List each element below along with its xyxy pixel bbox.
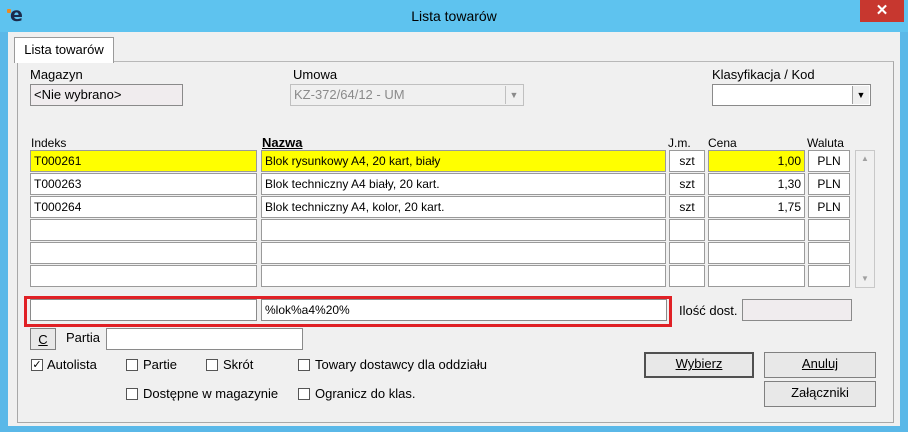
window-title: Lista towarów	[411, 8, 497, 24]
cell-empty[interactable]	[669, 265, 705, 287]
cell-empty[interactable]	[669, 242, 705, 264]
cell-nazwa[interactable]: Blok rysunkowy A4, 20 kart, biały	[261, 150, 666, 172]
cell-indeks[interactable]: T000263	[30, 173, 257, 195]
cell-cena[interactable]: 1,75	[708, 196, 805, 218]
cell-cena[interactable]: 1,00	[708, 150, 805, 172]
anuluj-button[interactable]: Anuluj	[764, 352, 876, 378]
header-waluta[interactable]: Waluta	[807, 136, 844, 150]
partia-label: Partia	[66, 330, 100, 345]
partie-label: Partie	[143, 357, 177, 372]
magazyn-field: <Nie wybrano>	[30, 84, 183, 106]
towary-dostawcy-checkbox[interactable]	[298, 359, 310, 371]
cell-empty[interactable]	[261, 242, 666, 264]
umowa-value: KZ-372/64/12 - UM	[294, 87, 405, 102]
cell-empty[interactable]	[261, 219, 666, 241]
magazyn-label: Magazyn	[30, 67, 83, 82]
header-jm[interactable]: J.m.	[668, 136, 691, 150]
wybierz-button[interactable]: Wybierz	[644, 352, 754, 378]
dostepne-checkbox[interactable]	[126, 388, 138, 400]
vertical-scrollbar[interactable]: ▲ ▼	[855, 150, 875, 288]
partia-c-button[interactable]: C	[30, 328, 56, 350]
partie-checkbox[interactable]	[126, 359, 138, 371]
cell-cena[interactable]: 1,30	[708, 173, 805, 195]
scroll-down-icon[interactable]: ▼	[856, 271, 874, 287]
anuluj-label: Anuluj	[801, 356, 839, 371]
cell-indeks[interactable]: T000261	[30, 150, 257, 172]
cell-empty[interactable]	[808, 242, 850, 264]
umowa-select[interactable]: KZ-372/64/12 - UM ▼	[290, 84, 524, 106]
ogranicz-checkbox[interactable]	[298, 388, 310, 400]
search-nazwa-input[interactable]: %lok%a4%20%	[261, 299, 667, 321]
klasyfikacja-label: Klasyfikacja / Kod	[712, 67, 815, 82]
ilosc-label: Ilość dost.	[679, 303, 738, 318]
zalaczniki-button[interactable]: Załączniki	[764, 381, 876, 407]
scroll-up-icon[interactable]: ▲	[856, 151, 874, 167]
cell-empty[interactable]	[261, 265, 666, 287]
cell-jm[interactable]: szt	[669, 173, 705, 195]
cell-empty[interactable]	[708, 242, 805, 264]
wybierz-label: Wybierz	[675, 356, 723, 371]
cell-jm[interactable]: szt	[669, 196, 705, 218]
header-cena[interactable]: Cena	[708, 136, 737, 150]
cell-empty[interactable]	[30, 265, 257, 287]
search-indeks-input[interactable]	[30, 299, 257, 321]
partia-input[interactable]	[106, 328, 303, 350]
tab-lista-towarow[interactable]: Lista towarów	[14, 37, 114, 63]
header-indeks[interactable]: Indeks	[31, 136, 66, 150]
cell-empty[interactable]	[808, 219, 850, 241]
skrot-checkbox[interactable]	[206, 359, 218, 371]
cell-empty[interactable]	[669, 219, 705, 241]
close-button[interactable]: ✕	[860, 0, 904, 22]
ilosc-field	[742, 299, 852, 321]
ogranicz-label: Ogranicz do klas.	[315, 386, 416, 401]
cell-waluta[interactable]: PLN	[808, 150, 850, 172]
header-nazwa[interactable]: Nazwa	[262, 135, 302, 150]
skrot-label: Skrót	[223, 357, 254, 372]
chevron-down-icon: ▼	[505, 86, 522, 104]
klasyfikacja-select[interactable]: ▼	[712, 84, 871, 106]
cell-empty[interactable]	[708, 219, 805, 241]
cell-empty[interactable]	[30, 219, 257, 241]
cell-nazwa[interactable]: Blok techniczny A4, kolor, 20 kart.	[261, 196, 666, 218]
dostepne-label: Dostępne w magazynie	[143, 386, 279, 401]
autolista-checkbox[interactable]: ✓	[31, 359, 43, 371]
autolista-label: Autolista	[47, 357, 97, 372]
cell-indeks[interactable]: T000264	[30, 196, 257, 218]
cell-empty[interactable]	[708, 265, 805, 287]
towary-dostawcy-label: Towary dostawcy dla oddziału	[315, 357, 487, 372]
cell-empty[interactable]	[30, 242, 257, 264]
cell-nazwa[interactable]: Blok techniczny A4 biały, 20 kart.	[261, 173, 666, 195]
cell-waluta[interactable]: PLN	[808, 196, 850, 218]
chevron-down-icon: ▼	[852, 86, 869, 104]
umowa-label: Umowa	[293, 67, 338, 82]
checkmark-icon: ✓	[32, 359, 42, 371]
cell-waluta[interactable]: PLN	[808, 173, 850, 195]
cell-empty[interactable]	[808, 265, 850, 287]
cell-jm[interactable]: szt	[669, 150, 705, 172]
